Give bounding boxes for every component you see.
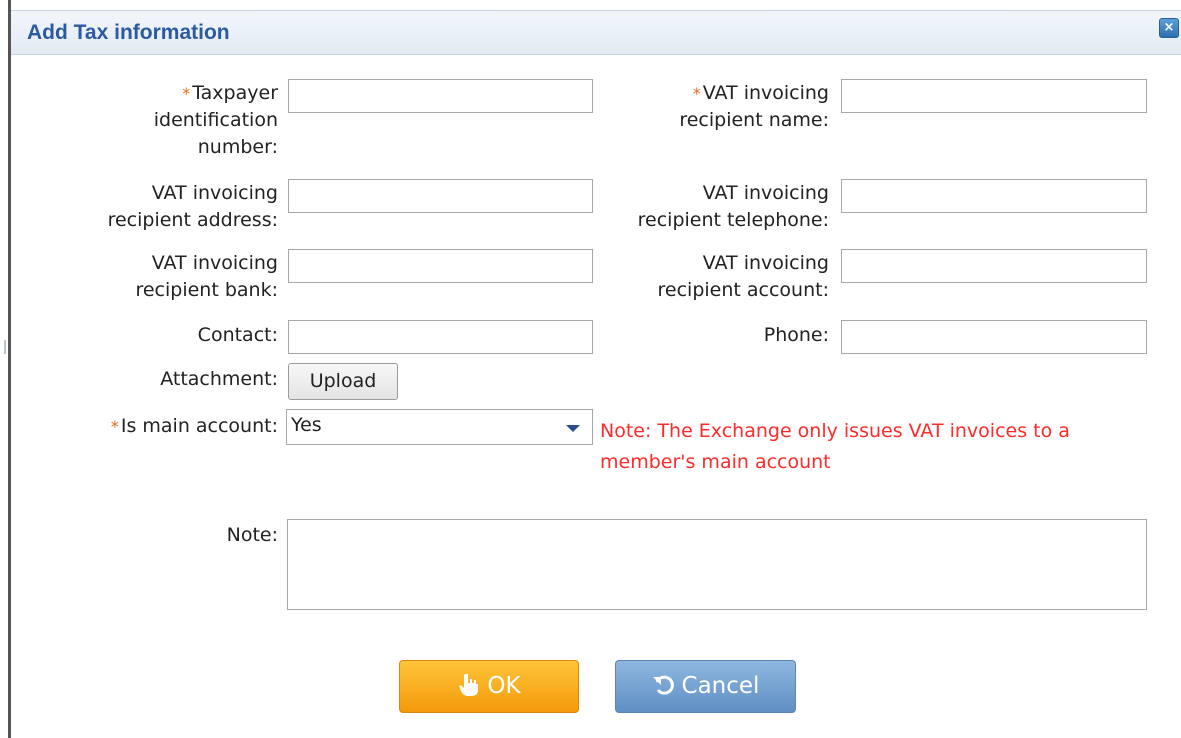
- recipient-telephone-label: VAT invoicing recipient telephone:: [600, 180, 829, 234]
- undo-icon: [652, 675, 674, 695]
- cancel-button[interactable]: Cancel: [615, 660, 796, 713]
- dialog-left-border: [8, 0, 11, 738]
- recipient-bank-input[interactable]: [288, 249, 593, 283]
- recipient-address-label-line2: recipient address:: [107, 209, 278, 231]
- note-textarea[interactable]: [287, 519, 1147, 610]
- is-main-account-value: Yes: [291, 414, 322, 436]
- required-asterisk-icon: *: [110, 417, 119, 436]
- is-main-account-label: * Is main account:: [40, 413, 278, 440]
- recipient-address-label-line1: VAT invoicing: [151, 182, 278, 204]
- recipient-telephone-input[interactable]: [841, 179, 1147, 213]
- cancel-label: Cancel: [681, 673, 760, 699]
- dialog-titlebar[interactable]: Add Tax information ×: [11, 10, 1181, 55]
- recipient-address-label: VAT invoicing recipient address:: [40, 180, 278, 234]
- required-asterisk-icon: *: [182, 84, 191, 103]
- taxpayer-id-label-line3: number:: [197, 136, 278, 158]
- required-asterisk-icon: *: [692, 84, 701, 103]
- add-tax-dialog: Add Tax information × * Taxpayer identifi…: [0, 0, 1181, 738]
- recipient-telephone-label-line1: VAT invoicing: [702, 182, 829, 204]
- recipient-account-label: VAT invoicing recipient account:: [600, 250, 829, 304]
- recipient-name-label: * VAT invoicing recipient name:: [600, 80, 829, 134]
- is-main-account-label-text: Is main account:: [120, 415, 278, 437]
- upload-button[interactable]: Upload: [288, 363, 398, 400]
- contact-input[interactable]: [288, 320, 593, 354]
- resize-handle[interactable]: [4, 340, 6, 354]
- close-icon: ×: [1163, 20, 1175, 35]
- recipient-bank-label-line2: recipient bank:: [135, 279, 278, 301]
- note-label: Note:: [226, 524, 278, 546]
- ok-label: OK: [487, 673, 521, 699]
- dialog-title: Add Tax information: [27, 21, 230, 44]
- taxpayer-id-label: * Taxpayer identification number:: [40, 80, 278, 161]
- recipient-telephone-label-line2: recipient telephone:: [637, 209, 829, 231]
- phone-input[interactable]: [841, 320, 1147, 354]
- recipient-name-input[interactable]: [841, 79, 1147, 113]
- recipient-name-label-line1: VAT invoicing: [702, 82, 829, 104]
- recipient-name-label-line2: recipient name:: [679, 109, 829, 131]
- taxpayer-id-label-line1: Taxpayer: [192, 82, 278, 104]
- main-account-note: Note: The Exchange only issues VAT invoi…: [600, 420, 1070, 473]
- recipient-account-label-line2: recipient account:: [657, 279, 829, 301]
- hand-pointer-icon: [459, 673, 479, 696]
- close-button[interactable]: ×: [1159, 18, 1179, 38]
- taxpayer-id-input[interactable]: [288, 79, 593, 113]
- is-main-account-select[interactable]: Yes: [286, 409, 593, 445]
- recipient-bank-label-line1: VAT invoicing: [151, 252, 278, 274]
- chevron-down-icon[interactable]: [566, 425, 580, 432]
- recipient-account-label-line1: VAT invoicing: [702, 252, 829, 274]
- contact-label: Contact:: [197, 324, 278, 346]
- phone-label: Phone:: [763, 324, 829, 346]
- recipient-account-input[interactable]: [841, 249, 1147, 283]
- recipient-bank-label: VAT invoicing recipient bank:: [40, 250, 278, 304]
- attachment-label: Attachment:: [160, 368, 278, 390]
- taxpayer-id-label-line2: identification: [153, 109, 278, 131]
- recipient-address-input[interactable]: [288, 179, 593, 213]
- ok-button[interactable]: OK: [399, 660, 579, 713]
